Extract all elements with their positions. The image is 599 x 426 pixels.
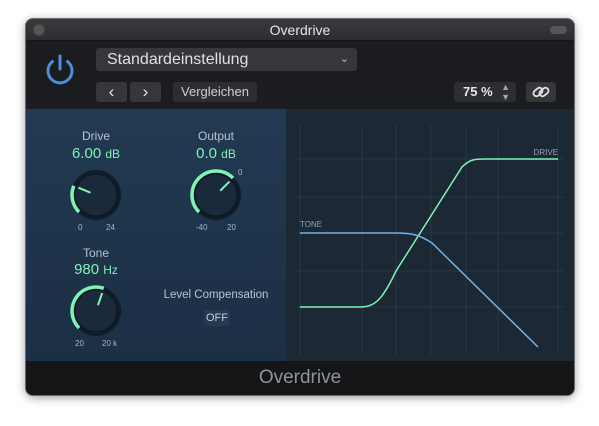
- title-bar: Overdrive: [26, 19, 574, 41]
- compare-button[interactable]: Vergleichen: [173, 82, 257, 102]
- drive-value[interactable]: 6.00 dB: [46, 145, 146, 162]
- chevron-down-icon: ⌄: [339, 53, 349, 65]
- mix-value: 75 %: [463, 84, 493, 99]
- power-icon: [46, 54, 74, 85]
- output-label: Output: [197, 129, 235, 143]
- output-max-tick: 20: [227, 223, 236, 232]
- tone-label: Tone: [82, 246, 110, 260]
- output-value-unit: dB: [221, 147, 236, 161]
- chevron-left-icon: ‹: [108, 82, 115, 101]
- chevron-right-icon: ›: [142, 82, 149, 101]
- output-min-tick: -40: [196, 223, 208, 232]
- preset-name: Standardeinstellung: [107, 51, 249, 68]
- level-compensation-toggle[interactable]: OFF: [204, 310, 230, 326]
- controls-panel: Drive 6.00 dB 0 24 Output 0.0 dB 0 -40 2…: [26, 109, 286, 361]
- drive-curve-label: DRIVE: [534, 148, 558, 157]
- tone-value-unit: Hz: [103, 263, 118, 277]
- drive-min-tick: 0: [78, 223, 83, 232]
- plugin-window: Overdrive Standardeinstellung ⌄ ‹ › Verg…: [26, 19, 574, 395]
- tone-curve: [300, 232, 539, 348]
- plugin-header: Standardeinstellung ⌄ ‹ › Vergleichen 75…: [26, 41, 574, 109]
- stepper-icon[interactable]: ▲ ▼: [501, 82, 510, 102]
- drive-knob[interactable]: [66, 165, 126, 225]
- output-knob[interactable]: [186, 165, 246, 225]
- level-compensation-state: OFF: [206, 312, 228, 324]
- tone-curve-label: TONE: [300, 220, 322, 229]
- mix-field[interactable]: 75 % ▲ ▼: [454, 82, 516, 102]
- window-title: Overdrive: [269, 22, 331, 38]
- output-value-number: 0.0: [196, 145, 217, 162]
- tone-knob[interactable]: [66, 281, 126, 341]
- transfer-curve-display: TONE DRIVE: [296, 125, 564, 355]
- close-button[interactable]: [33, 24, 45, 36]
- tone-min-tick: 20: [75, 339, 84, 348]
- drive-max-tick: 24: [106, 223, 115, 232]
- next-preset-button[interactable]: ›: [130, 82, 161, 102]
- output-value[interactable]: 0.0 dB: [166, 145, 266, 162]
- tone-value[interactable]: 980 Hz: [46, 261, 146, 278]
- compare-label: Vergleichen: [181, 84, 249, 99]
- tone-max-tick: 20 k: [102, 339, 118, 348]
- drive-label: Drive: [81, 129, 110, 143]
- link-button[interactable]: [526, 82, 556, 102]
- plugin-name: Overdrive: [258, 367, 342, 388]
- preset-menu[interactable]: Standardeinstellung ⌄: [96, 48, 357, 71]
- tone-value-number: 980: [74, 261, 100, 278]
- level-compensation-label: Level Compensation: [163, 289, 269, 301]
- power-button[interactable]: [42, 52, 78, 88]
- transfer-graph: TONE DRIVE: [286, 109, 574, 361]
- drive-value-unit: dB: [105, 147, 121, 161]
- plugin-footer: Overdrive: [26, 361, 574, 395]
- output-zero-tick: 0: [238, 168, 243, 177]
- drive-value-number: 6.00: [71, 145, 102, 162]
- link-icon: [532, 86, 550, 98]
- previous-preset-button[interactable]: ‹: [96, 82, 127, 102]
- zoom-button[interactable]: [550, 26, 567, 34]
